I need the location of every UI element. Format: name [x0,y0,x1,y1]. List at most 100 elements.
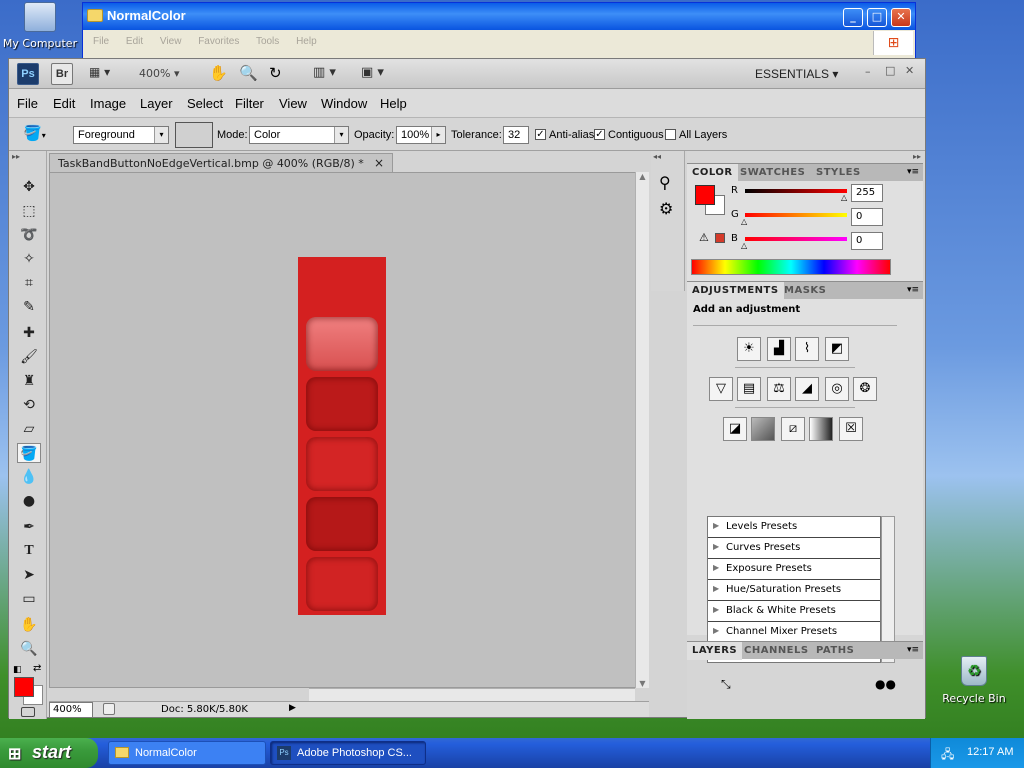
tolerance-input[interactable]: 32 [503,126,529,144]
minimize-button[interactable]: _ [843,8,863,27]
horizontal-scrollbar[interactable] [309,688,635,701]
r-slider-thumb[interactable]: △ [841,193,847,202]
zoom-tool-icon-toolbox[interactable]: 🔍 [17,639,41,659]
scroll-up-icon[interactable]: ▲ [636,172,649,181]
color-panel-fg-swatch[interactable] [695,185,715,205]
anti-alias-checkbox[interactable]: ✓ [535,129,546,140]
preset-curves[interactable]: Curves Presets [708,538,880,559]
workspace-switcher[interactable]: ESSENTIALS ▾ [755,67,838,81]
explorer-menu-view[interactable]: View [160,36,182,47]
dock-collapse-icon[interactable]: ◂◂ [653,152,661,161]
g-slider[interactable] [745,213,847,217]
magic-wand-tool-icon[interactable]: ✧ [17,249,41,269]
menu-image[interactable]: Image [90,96,126,111]
layers-panel-menu-icon[interactable]: ▾≡ [907,645,919,655]
r-slider[interactable] [745,189,847,193]
menu-layer[interactable]: Layer [140,96,173,111]
color-spectrum-bar[interactable] [691,259,891,275]
eyedropper-tool-icon[interactable]: ✎ [17,297,41,317]
status-preview-icon[interactable] [103,703,115,715]
gamut-swatch[interactable] [715,233,725,243]
dodge-tool-icon[interactable]: ● [17,491,41,511]
threshold-icon[interactable]: ⧄ [781,417,805,441]
close-button[interactable]: ✕ [891,8,911,27]
hue-saturation-icon[interactable]: ▤ [737,377,761,401]
blur-tool-icon[interactable]: 💧 [17,467,41,487]
ps-close-button[interactable]: ✕ [905,64,914,77]
canvas-area[interactable] [49,172,649,688]
history-panel-icon[interactable]: ⚲ [659,173,671,192]
posterize-icon[interactable] [751,417,775,441]
return-to-list-icon[interactable]: ⤡ [721,677,731,692]
quick-mask-icon[interactable] [21,707,35,717]
adjustments-panel-menu-icon[interactable]: ▾≡ [907,285,919,295]
tab-color[interactable]: COLOR [687,164,738,182]
eraser-tool-icon[interactable]: ▱ [17,419,41,439]
selective-color-icon[interactable]: ☒ [839,417,863,441]
vertical-scrollbar[interactable]: ▲ ▼ [635,172,649,688]
bridge-button[interactable]: Br [51,63,73,85]
tab-masks[interactable]: MASKS [779,282,831,300]
paint-bucket-tool-preset-icon[interactable]: 🪣▾ [23,124,46,142]
explorer-menu-favorites[interactable]: Favorites [198,36,239,47]
path-selection-tool-icon[interactable]: ➤ [17,565,41,585]
levels-icon[interactable]: ▟ [767,337,791,361]
network-icon[interactable]: 🖧 [941,745,954,766]
swap-colors-icon[interactable]: ⇄ [33,663,41,674]
view-extras-button[interactable]: ▦ ▾ [89,65,123,83]
blend-mode-select[interactable]: Color ▾ [249,126,349,144]
opacity-input[interactable]: 100% ▸ [396,126,446,144]
hand-tool-icon-toolbox[interactable]: ✋ [17,615,41,635]
explorer-menu-file[interactable]: File [93,36,109,47]
brush-tool-icon[interactable]: 🖌 [17,347,41,367]
menu-edit[interactable]: Edit [53,96,75,111]
default-colors-icon[interactable]: ◧ [13,665,22,675]
menu-view[interactable]: View [279,96,307,111]
paint-bucket-tool-icon[interactable]: 🪣 [17,443,41,463]
menu-filter[interactable]: Filter [235,96,264,111]
status-zoom-input[interactable]: 400% [49,702,93,718]
document-tab[interactable]: TaskBandButtonNoEdgeVertical.bmp @ 400% … [49,153,393,172]
tab-swatches[interactable]: SWATCHES [735,164,810,182]
explorer-menu-edit[interactable]: Edit [126,36,143,47]
marquee-tool-icon[interactable]: ⬚ [17,201,41,221]
g-value-input[interactable]: 0 [851,208,883,226]
actions-panel-icon[interactable]: ⚙ [659,199,673,218]
fill-source-select[interactable]: Foreground ▾ [73,126,169,144]
healing-brush-tool-icon[interactable]: ✚ [17,323,41,343]
menu-select[interactable]: Select [187,96,223,111]
zoom-tool-icon[interactable]: 🔍 [239,64,258,82]
screen-mode-button[interactable]: ▣ ▾ [361,65,384,80]
maximize-button[interactable]: □ [867,8,887,27]
b-slider-thumb[interactable]: △ [741,241,747,250]
document-close-icon[interactable]: × [374,156,384,170]
lasso-tool-icon[interactable]: ➰ [17,225,41,245]
crop-tool-icon[interactable]: ⌗ [17,273,41,293]
channel-mixer-icon[interactable]: ❂ [853,377,877,401]
preset-exposure[interactable]: Exposure Presets [708,559,880,580]
shape-tool-icon[interactable]: ▭ [17,589,41,609]
explorer-menu-tools[interactable]: Tools [256,36,279,47]
zoom-level[interactable]: 400% ▾ [139,67,179,80]
tab-styles[interactable]: STYLES [811,164,866,182]
color-panel-menu-icon[interactable]: ▾≡ [907,167,919,177]
arrange-documents-button[interactable]: ▥ ▾ [313,65,336,80]
clone-stamp-tool-icon[interactable]: ♜ [17,371,41,391]
type-tool-icon[interactable]: T [17,541,41,561]
tab-paths[interactable]: PATHS [811,642,859,660]
menu-window[interactable]: Window [321,96,367,111]
pattern-picker[interactable] [175,122,213,148]
clip-to-layer-icon[interactable]: ●● [875,677,896,691]
scroll-down-icon[interactable]: ▼ [636,679,649,688]
preset-hue-saturation[interactable]: Hue/Saturation Presets [708,580,880,601]
b-value-input[interactable]: 0 [851,232,883,250]
history-brush-tool-icon[interactable]: ⟲ [17,395,41,415]
b-slider[interactable] [745,237,847,241]
status-menu-icon[interactable]: ▶ [289,703,296,713]
desktop-icon-my-computer[interactable]: My Computer [0,2,80,50]
hand-tool-icon[interactable]: ✋ [209,64,228,82]
move-tool-icon[interactable]: ✥ [17,177,41,197]
pen-tool-icon[interactable]: ✒ [17,517,41,537]
all-layers-checkbox[interactable] [665,129,676,140]
tab-channels[interactable]: CHANNELS [739,642,814,660]
